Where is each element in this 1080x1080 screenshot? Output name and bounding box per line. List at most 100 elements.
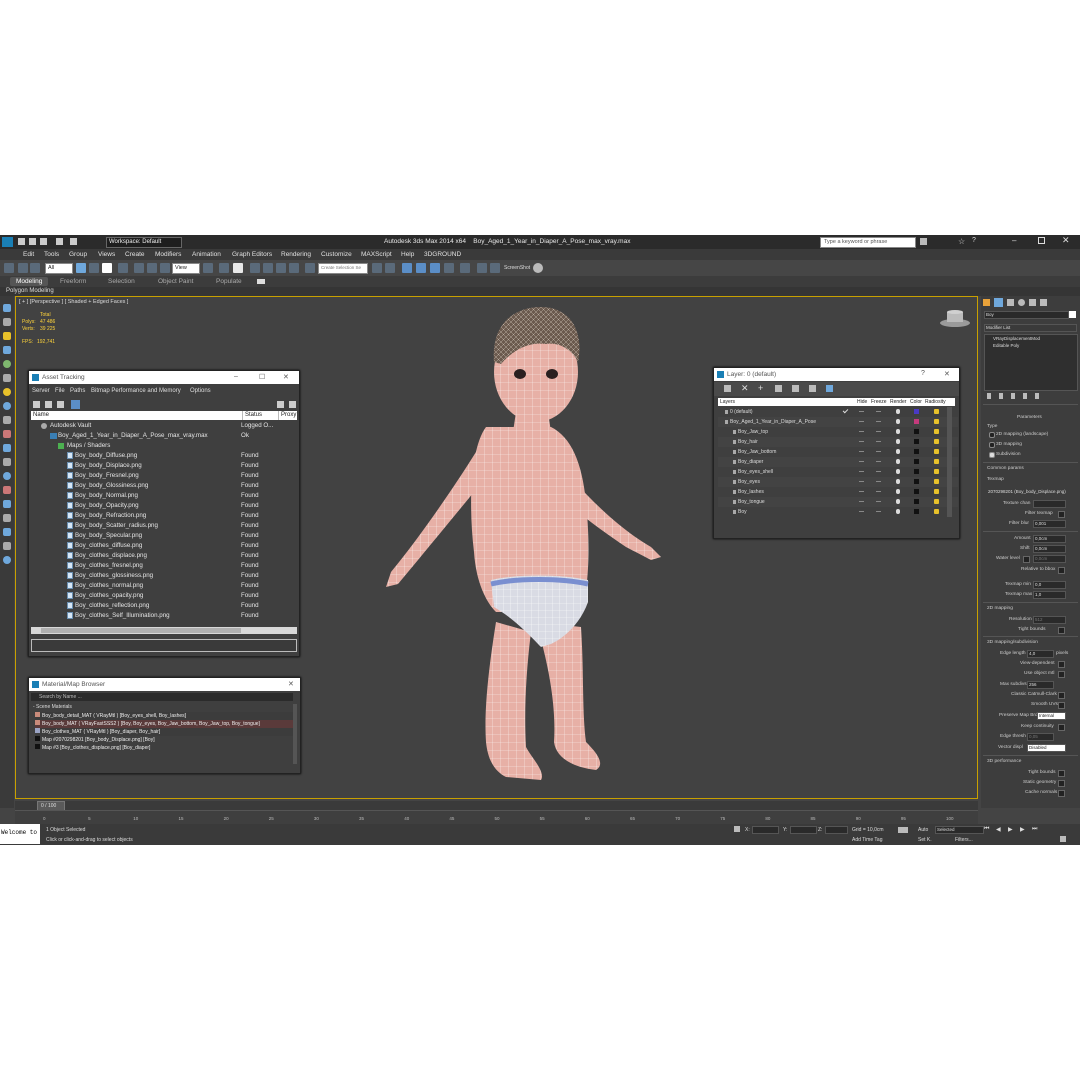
table-row[interactable]: Boy_body_Normal.png Found [31, 491, 297, 501]
table-row[interactable]: Boy_body_Opacity.png Found [31, 501, 297, 511]
workspace-dropdown[interactable]: Workspace: Default [106, 237, 182, 248]
layer-row[interactable]: Boy_eyes_shell [718, 467, 958, 477]
new-file-icon[interactable] [18, 238, 25, 245]
render-toggle-icon[interactable] [896, 449, 900, 454]
tab-freeform[interactable]: Freeform [60, 278, 86, 285]
sky-icon[interactable] [3, 556, 11, 564]
help-icon[interactable]: ? [921, 370, 925, 377]
material-editor-icon[interactable] [460, 263, 470, 273]
menu-bitmap-performance[interactable]: Bitmap Performance and Memory [91, 388, 181, 394]
render-toggle-icon[interactable] [896, 419, 900, 424]
table-row[interactable]: Maps / Shaders [31, 441, 297, 451]
set-key-label[interactable]: Set K. [918, 837, 932, 843]
undo-tool-icon[interactable] [4, 263, 14, 273]
hierarchy-tab-icon[interactable] [1007, 299, 1014, 306]
radiosity-icon[interactable] [934, 429, 939, 434]
edit-named-selection-icon[interactable] [305, 263, 315, 273]
minimize-button[interactable]: – [1012, 236, 1016, 245]
menu-rendering[interactable]: Rendering [281, 251, 311, 258]
undo-icon[interactable] [56, 238, 63, 245]
time-slider[interactable]: 0 / 100 [15, 801, 978, 811]
stack-item-vray-displacement[interactable]: VRayDisplacementMod [993, 336, 1073, 341]
menu-group[interactable]: Group [69, 251, 87, 258]
new-layer-icon[interactable] [724, 385, 731, 392]
grid-icon[interactable] [3, 528, 11, 536]
percent-snap-icon[interactable] [276, 263, 286, 273]
freeze-toggle[interactable] [876, 441, 881, 442]
curve-editor-icon[interactable] [430, 263, 440, 273]
scroll-thumb[interactable] [41, 628, 241, 633]
configure-sets-icon[interactable] [1035, 393, 1039, 399]
radiosity-icon[interactable] [934, 489, 939, 494]
table-row[interactable]: Boy_body_Refraction.png Found [31, 511, 297, 521]
table-row[interactable]: Boy_clothes_displace.png Found [31, 551, 297, 561]
select-manipulate-icon[interactable] [219, 263, 229, 273]
table-row[interactable]: Boy_clothes_diffuse.png Found [31, 541, 297, 551]
table-row[interactable]: Boy_clothes_reflection.png Found [31, 601, 297, 611]
menu-options[interactable]: Options [190, 388, 211, 394]
freeze-toggle[interactable] [876, 471, 881, 472]
asset-tracking-header[interactable]: Asset Tracking – ☐ ✕ [29, 371, 299, 384]
table-row[interactable]: Boy_clothes_opacity.png Found [31, 591, 297, 601]
close-icon[interactable]: ✕ [944, 370, 950, 378]
table-row[interactable]: Boy_body_Diffuse.png Found [31, 451, 297, 461]
maximize-icon[interactable]: ☐ [259, 373, 265, 381]
layer-color-swatch[interactable] [914, 429, 919, 434]
horizontal-scrollbar[interactable] [31, 627, 297, 634]
menu-help[interactable]: Help [401, 251, 414, 258]
menu-create[interactable]: Create [125, 251, 145, 258]
previous-frame-icon[interactable]: ◀ [996, 826, 1001, 833]
filter-texmap-checkbox[interactable] [1058, 511, 1065, 518]
viewcube-icon[interactable] [939, 309, 971, 329]
radiosity-icon[interactable] [934, 439, 939, 444]
column-status[interactable]: Status [242, 411, 262, 420]
track-bar[interactable]: 0 5 10 15 20 25 30 35 40 45 50 55 60 65 70 75 80 85 90 95 10… [15, 810, 978, 825]
add-to-layer-icon[interactable]: + [758, 383, 763, 393]
snaps-toggle-icon[interactable] [250, 263, 260, 273]
menu-views[interactable]: Views [98, 251, 115, 258]
modifier-list-dropdown[interactable]: Modifier List [984, 324, 1077, 332]
water-level-field[interactable]: 0,0cm [1033, 555, 1066, 563]
go-to-end-icon[interactable]: ⏭ [1032, 826, 1037, 833]
render-setup-icon[interactable] [477, 263, 487, 273]
view-dependent-checkbox[interactable] [1058, 661, 1065, 668]
column-proxy[interactable]: Proxy R [278, 411, 297, 420]
layer-row[interactable]: 0 (default) [718, 407, 958, 417]
close-icon[interactable]: ✕ [283, 373, 289, 381]
radio-subdivision[interactable] [989, 452, 995, 458]
menu-graph-editors[interactable]: Graph Editors [232, 251, 272, 258]
window-crossing-icon[interactable] [118, 263, 128, 273]
menu-modifiers[interactable]: Modifiers [155, 251, 181, 258]
wave-icon[interactable] [3, 444, 11, 452]
unlink-icon[interactable] [30, 263, 40, 273]
menu-maxscript[interactable]: MAXScript [361, 251, 392, 258]
column-radiosity[interactable]: Radiosity [925, 398, 946, 406]
texmap-max-field[interactable]: 1,0 [1033, 591, 1066, 599]
mirror-icon[interactable] [372, 263, 382, 273]
table-row[interactable]: Boy_body_Glossiness.png Found [31, 481, 297, 491]
go-to-start-icon[interactable]: ⏮ [984, 826, 989, 833]
torus-icon[interactable] [3, 374, 11, 382]
amount-field[interactable]: 0,0cm [1033, 535, 1066, 543]
view-list-icon[interactable] [33, 401, 40, 408]
object-name-field[interactable]: Boy [984, 311, 1069, 319]
highlight-layer-icon[interactable] [792, 385, 799, 392]
tab-selection[interactable]: Selection [108, 278, 135, 285]
polygon-modeling-label[interactable]: Polygon Modeling [6, 288, 54, 294]
pivot-center-icon[interactable] [203, 263, 213, 273]
app-logo-icon[interactable] [2, 237, 13, 247]
radiosity-icon[interactable] [934, 509, 939, 514]
freeze-toggle[interactable] [876, 411, 881, 412]
selection-filter-dropdown[interactable]: All [45, 263, 73, 274]
screenshot-label[interactable]: ScreenShot [504, 265, 530, 271]
hierarchy-icon[interactable] [3, 458, 11, 466]
table-row[interactable]: Boy_body_Displace.png Found [31, 461, 297, 471]
menu-customize[interactable]: Customize [321, 251, 352, 258]
water-level-checkbox[interactable] [1023, 556, 1030, 563]
named-selection-dropdown[interactable]: Create Selection Se [318, 263, 368, 274]
z-coord-field[interactable] [825, 826, 848, 834]
use-object-mtl-checkbox[interactable] [1058, 671, 1065, 678]
next-frame-icon[interactable]: ▶ [1020, 826, 1025, 833]
freeze-all-icon[interactable] [826, 385, 833, 392]
motion-tab-icon[interactable] [1018, 299, 1025, 306]
